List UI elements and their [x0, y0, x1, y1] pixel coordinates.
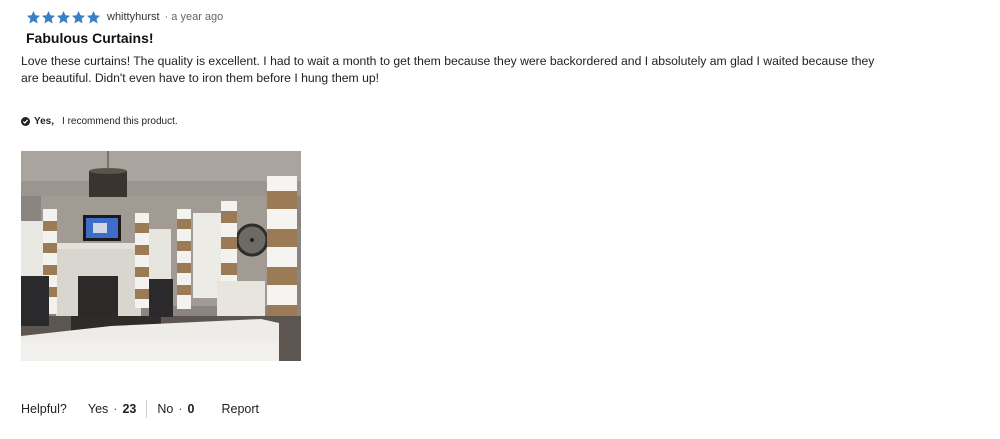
- helpful-yes-button[interactable]: Yes · 23: [88, 402, 146, 416]
- star-icon: [71, 10, 86, 25]
- helpful-no-count: 0: [187, 402, 195, 416]
- star-icon: [41, 10, 56, 25]
- review-date: · a year ago: [164, 11, 224, 23]
- recommend-line: Yes, I recommend this product.: [21, 116, 178, 127]
- report-link[interactable]: Report: [221, 402, 259, 416]
- helpful-yes-count: 23: [122, 402, 137, 416]
- review-body: Love these curtains! The quality is exce…: [21, 54, 875, 85]
- review-meta: whittyhurst · a year ago: [26, 9, 223, 25]
- vote-divider: [146, 400, 148, 418]
- check-circle-icon: [21, 117, 30, 126]
- recommend-text: I recommend this product.: [62, 116, 178, 127]
- star-rating: [26, 10, 101, 25]
- separator-dot: ·: [178, 402, 183, 416]
- recommend-yes: Yes,: [34, 116, 55, 127]
- review-title: Fabulous Curtains!: [26, 30, 154, 46]
- helpful-no-label: No: [157, 402, 174, 416]
- star-icon: [86, 10, 101, 25]
- separator-dot: ·: [113, 402, 118, 416]
- review-photo[interactable]: [21, 151, 301, 361]
- helpful-yes-label: Yes: [87, 402, 109, 416]
- helpful-label: Helpful?: [21, 402, 67, 416]
- star-icon: [56, 10, 71, 25]
- review-author: whittyhurst: [107, 11, 160, 23]
- helpful-row: Helpful? Yes · 23 No · 0 Report: [21, 400, 259, 418]
- helpful-no-button[interactable]: No · 0: [157, 402, 194, 416]
- review-card: whittyhurst · a year ago Fabulous Curtai…: [0, 0, 1000, 439]
- star-icon: [26, 10, 41, 25]
